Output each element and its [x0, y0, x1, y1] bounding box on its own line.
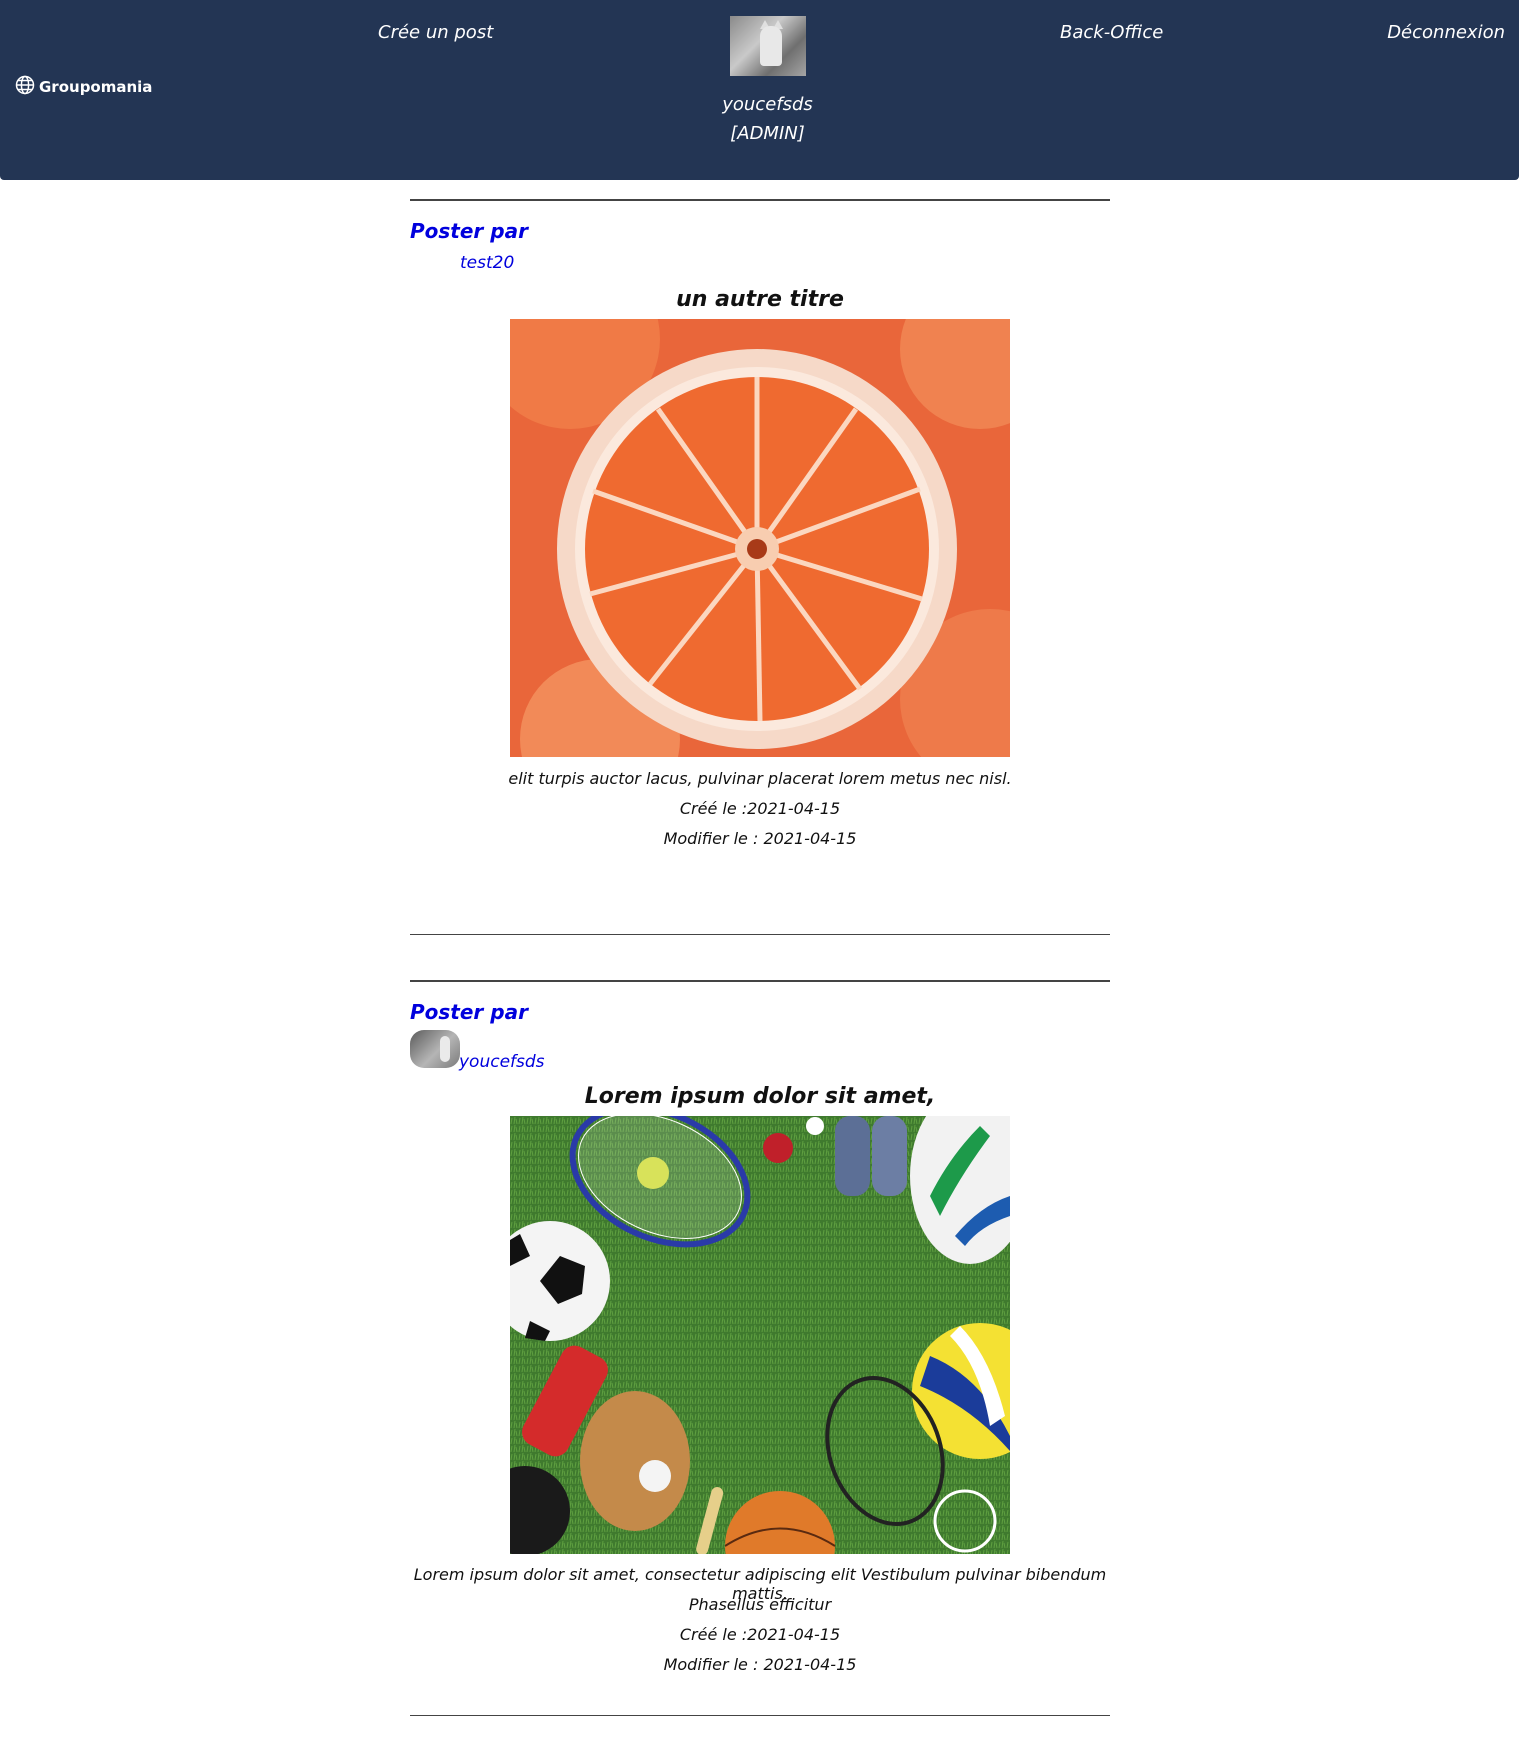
poster-label: Poster par: [410, 219, 528, 243]
modified-date: Modifier le : 2021-04-15: [663, 1655, 857, 1674]
user-role: [ADMIN]: [730, 123, 805, 144]
backoffice-link[interactable]: Back-Office: [1060, 22, 1163, 43]
avatar[interactable]: [729, 16, 806, 76]
logout-link[interactable]: Déconnexion: [1387, 22, 1505, 43]
post-title: Lorem ipsum dolor sit amet,: [584, 1084, 936, 1109]
username: youcefsds: [722, 94, 813, 115]
brand-link[interactable]: Groupomania: [15, 75, 152, 99]
avatar[interactable]: [410, 1030, 460, 1068]
created-date: Créé le :2021-04-15: [679, 1625, 841, 1644]
author-link[interactable]: test20: [460, 253, 514, 273]
post-image: [510, 1116, 1010, 1554]
created-date: Créé le :2021-04-15: [679, 799, 841, 818]
poster-label: Poster par: [410, 1000, 528, 1024]
modified-date: Modifier le : 2021-04-15: [663, 829, 857, 848]
post-image: [510, 319, 1010, 757]
divider: [410, 1715, 1110, 1716]
sports-equipment-image: [510, 1116, 1010, 1554]
post-content: elit turpis auctor lacus, pulvinar place…: [508, 769, 1012, 788]
user-profile: youcefsds [ADMIN]: [700, 16, 835, 148]
create-post-link[interactable]: Crée un post: [378, 22, 493, 43]
globe-icon: [15, 75, 35, 99]
post-content-line: Phasellus efficitur: [688, 1595, 832, 1614]
author-link[interactable]: youcefsds: [459, 1052, 545, 1072]
orange-slice-image: [510, 319, 1010, 757]
divider: [410, 199, 1110, 201]
brand-name: Groupomania: [39, 78, 153, 96]
divider: [410, 980, 1110, 982]
navbar: Groupomania Crée un post youcefsds [ADMI…: [0, 0, 1519, 180]
post-title: un autre titre: [676, 287, 844, 312]
divider: [410, 934, 1110, 935]
